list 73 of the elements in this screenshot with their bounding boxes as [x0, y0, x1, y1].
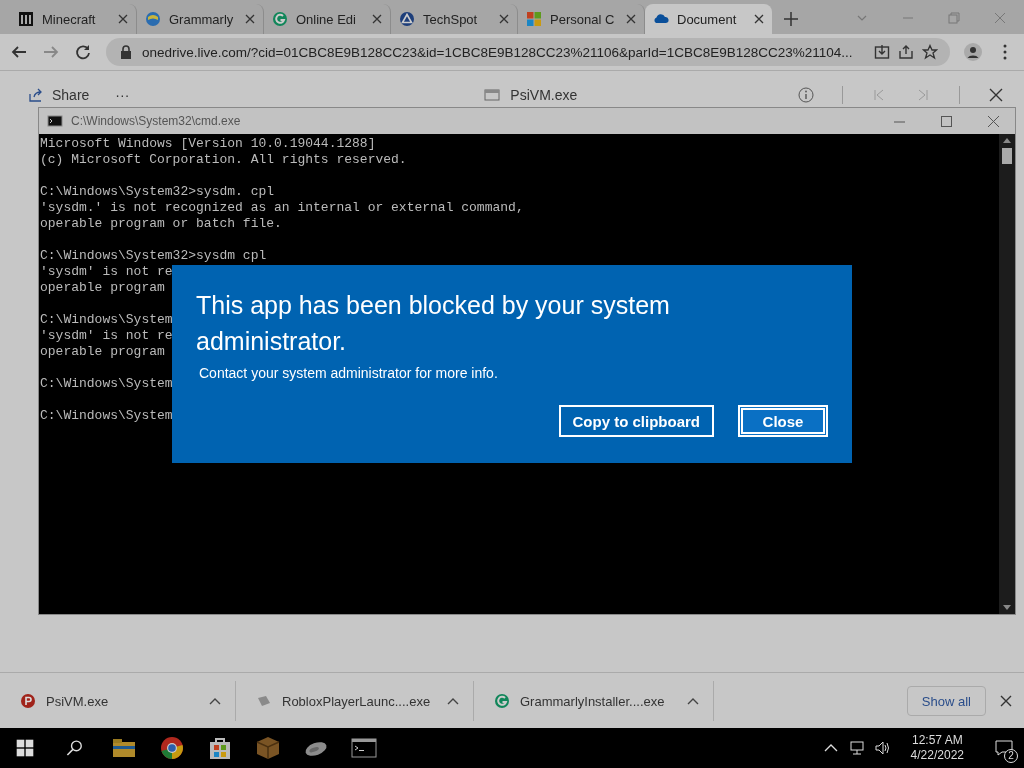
file-name: PsiVM.exe: [510, 87, 578, 103]
dialog-button[interactable]: Close: [738, 405, 828, 437]
download-name[interactable]: RobloxPlayerLaunc....exe: [282, 693, 437, 709]
clock-time[interactable]: 12:57 AM: [911, 733, 963, 748]
close-icon[interactable]: [1000, 695, 1012, 707]
caret-icon[interactable]: [209, 697, 221, 705]
star-icon[interactable]: [922, 44, 938, 60]
windows-logo-icon[interactable]: [16, 739, 34, 757]
console-line: C:\Windows\System32>sysdm cpl: [40, 248, 267, 264]
caret-icon[interactable]: [447, 697, 459, 705]
console-line: 'sysdm' is not re: [40, 264, 173, 280]
install-icon[interactable]: [874, 44, 890, 60]
search-icon[interactable]: [66, 739, 84, 757]
close-icon[interactable]: [245, 14, 255, 24]
scroll-thumb[interactable]: [1002, 148, 1012, 164]
console-line: operable program: [40, 344, 165, 360]
console-line: operable program or batch file.: [40, 216, 282, 232]
more-button[interactable]: ···: [115, 87, 130, 103]
notification-icon[interactable]: [994, 738, 1014, 758]
close-icon[interactable]: [499, 14, 509, 24]
dialog-message: Contact your system administrator for more info.: [199, 365, 499, 381]
close-icon[interactable]: [626, 14, 636, 24]
console-line: C:\Windows\System: [40, 312, 173, 328]
console-line: 'sysdm' is not re: [40, 328, 173, 344]
volume-icon[interactable]: [874, 740, 891, 756]
chrome-icon[interactable]: [158, 734, 186, 762]
console-line: Microsoft Windows [Version 10.0.19044.1288]: [40, 136, 376, 152]
new-tab-icon[interactable]: [784, 12, 798, 26]
close-icon[interactable]: [118, 14, 128, 24]
close-icon[interactable]: [754, 14, 764, 24]
dialog-title: This app has been blocked by your system administrator.: [196, 290, 671, 357]
scroll-up-icon[interactable]: [1002, 136, 1012, 144]
download-name[interactable]: GrammarlyInstaller....exe: [520, 693, 677, 709]
globe-icon: [145, 11, 161, 27]
lock-icon[interactable]: [118, 44, 134, 60]
notification-count: 2: [1004, 749, 1018, 763]
share-icon[interactable]: [28, 87, 44, 103]
ring-icon: [494, 693, 510, 709]
terminal-icon: [47, 113, 63, 129]
share-button[interactable]: Share: [28, 87, 90, 103]
console-line: C:\Windows\System32>sysdm. cpl: [40, 184, 275, 200]
console-line: C:\Windows\System: [40, 376, 173, 392]
close-icon[interactable]: [372, 14, 382, 24]
window-title: C:\Windows\System32\cmd.exe: [71, 114, 241, 128]
console-line: (c) Microsoft Corporation. All rights reserved.: [40, 152, 407, 168]
close-icon[interactable]: [988, 87, 1004, 103]
dialog-button[interactable]: Copy to clipboard: [558, 405, 714, 437]
console-line: operable program: [40, 280, 165, 296]
triangle-icon: [399, 11, 415, 27]
close-icon[interactable]: [988, 115, 999, 127]
profile-icon[interactable]: [964, 43, 982, 61]
show-all-button[interactable]: Show all: [906, 686, 986, 716]
download-name[interactable]: PsiVM.exe: [46, 693, 199, 709]
columns-icon: [18, 11, 34, 27]
file-icon: [256, 693, 272, 709]
crate-icon[interactable]: [254, 734, 282, 762]
ring-icon: [272, 11, 288, 27]
browser-tab[interactable]: Document: [645, 4, 772, 34]
maximize-icon[interactable]: [941, 115, 952, 127]
console-line: 'sysdm.' is not recognized as an internal or external command,: [40, 200, 524, 216]
console-line: C:\Windows\System: [40, 408, 173, 424]
info-icon[interactable]: [798, 87, 814, 103]
network-icon[interactable]: [848, 740, 865, 756]
scrollbar[interactable]: [999, 134, 1015, 614]
scroll-down-icon[interactable]: [1002, 604, 1012, 612]
clock-date[interactable]: 4/22/2022: [910, 748, 964, 763]
share-icon[interactable]: [898, 44, 914, 60]
file-icon: [484, 87, 501, 103]
address-bar[interactable]: onedrive.live.com/?cid=01CBC8E9B128CC23&id=1CBC8E9B128CC23%21106&parId=1CBC8E9B128CC23%21104...: [106, 38, 950, 66]
p-circle-icon: [20, 693, 36, 709]
caret-icon[interactable]: [687, 697, 699, 705]
squares-icon: [526, 11, 542, 27]
reload-icon[interactable]: [74, 43, 92, 61]
